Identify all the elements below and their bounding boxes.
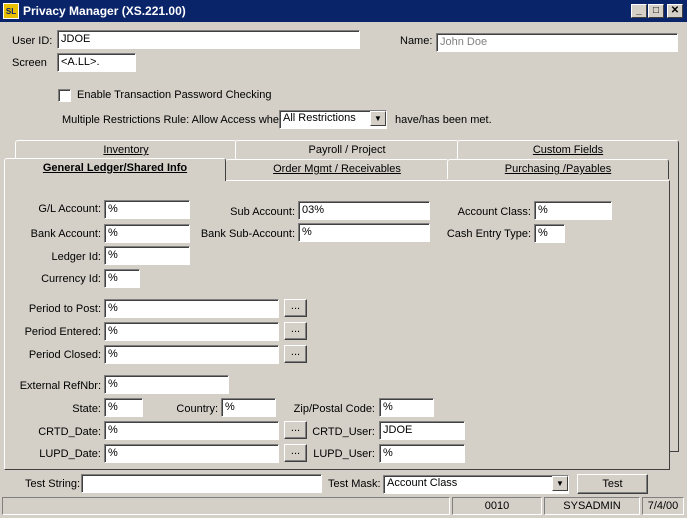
name-input[interactable]: John Doe: [436, 33, 678, 52]
external-refnbr-label: External RefNbr:: [19, 380, 101, 392]
tab-custom-fields[interactable]: Custom Fields: [457, 140, 679, 160]
test-string-label: Test String:: [25, 478, 81, 490]
chevron-down-icon[interactable]: ▼: [370, 111, 386, 126]
period-to-post-label: Period to Post:: [28, 303, 101, 315]
tab-payroll-project[interactable]: Payroll / Project: [235, 140, 459, 160]
bank-sub-account-input[interactable]: %: [298, 223, 430, 242]
chevron-down-icon[interactable]: ▼: [552, 476, 568, 491]
period-to-post-input[interactable]: %: [104, 299, 279, 318]
sub-account-input[interactable]: 03%: [298, 201, 430, 220]
zip-postal-code-label: Zip/Postal Code:: [293, 403, 375, 415]
enable-tx-password-label: Enable Transaction Password Checking: [77, 89, 272, 101]
title-bar[interactable]: SL Privacy Manager (XS.221.00) _ □ ✕: [0, 0, 687, 22]
screen-input[interactable]: <A.LL>.: [57, 53, 136, 72]
currency-id-label: Currency Id:: [41, 273, 101, 285]
lupd-date-input[interactable]: %: [104, 444, 279, 463]
period-closed-lookup-button[interactable]: ...: [284, 345, 307, 363]
account-class-input[interactable]: %: [534, 201, 612, 220]
crtd-user-label: CRTD_User:: [312, 426, 375, 438]
user-id-label: User ID:: [12, 35, 53, 47]
close-button[interactable]: ✕: [667, 4, 683, 18]
multiple-restrictions-select[interactable]: All Restrictions ▼: [279, 110, 387, 129]
window-title: Privacy Manager (XS.221.00): [23, 4, 186, 18]
tab-inventory[interactable]: Inventory: [15, 140, 237, 160]
state-input[interactable]: %: [104, 398, 143, 417]
period-closed-label: Period Closed:: [28, 349, 101, 361]
ledger-id-label: Ledger Id:: [51, 251, 101, 263]
crtd-date-input[interactable]: %: [104, 421, 279, 440]
test-mask-select[interactable]: Account Class ▼: [383, 475, 569, 494]
status-field-user: SYSADMIN: [544, 497, 640, 515]
test-button[interactable]: Test: [577, 474, 648, 494]
zip-postal-code-input[interactable]: %: [379, 398, 434, 417]
lupd-date-label: LUPD_Date:: [39, 448, 101, 460]
test-mask-label: Test Mask:: [328, 478, 381, 490]
period-to-post-lookup-button[interactable]: ...: [284, 299, 307, 317]
lupd-user-input[interactable]: %: [379, 444, 465, 463]
gl-account-input[interactable]: %: [104, 200, 190, 219]
gl-account-label: G/L Account:: [38, 203, 101, 215]
user-id-input[interactable]: JDOE: [57, 30, 360, 49]
country-input[interactable]: %: [221, 398, 276, 417]
bank-account-label: Bank Account:: [30, 228, 101, 240]
bank-account-input[interactable]: %: [104, 224, 190, 243]
multiple-restrictions-label: Multiple Restrictions Rule: Allow Access…: [62, 114, 286, 126]
bank-sub-account-label: Bank Sub-Account:: [200, 228, 295, 240]
test-string-input[interactable]: [81, 474, 322, 493]
crtd-date-label: CRTD_Date:: [38, 426, 101, 438]
period-entered-lookup-button[interactable]: ...: [284, 322, 307, 340]
tab-general-ledger[interactable]: General Ledger/Shared Info: [4, 158, 226, 181]
status-field-date: 7/4/00: [642, 497, 684, 515]
tab-order-mgmt[interactable]: Order Mgmt / Receivables: [225, 159, 449, 179]
ledger-id-input[interactable]: %: [104, 246, 190, 265]
multiple-restrictions-value: All Restrictions: [283, 112, 356, 124]
cash-entry-type-input[interactable]: %: [534, 224, 565, 243]
maximize-button[interactable]: □: [648, 4, 664, 18]
back-panel-edge: [670, 160, 679, 452]
period-closed-input[interactable]: %: [104, 345, 279, 364]
period-entered-input[interactable]: %: [104, 322, 279, 341]
app-icon: SL: [3, 3, 19, 19]
screen-label: Screen: [12, 57, 47, 69]
external-refnbr-input[interactable]: %: [104, 375, 229, 394]
multiple-restrictions-suffix: have/has been met.: [395, 114, 492, 126]
account-class-label: Account Class:: [457, 206, 531, 218]
test-mask-value: Account Class: [387, 477, 458, 489]
lupd-user-label: LUPD_User:: [313, 448, 375, 460]
country-label: Country:: [176, 403, 218, 415]
status-field-message: [2, 497, 450, 515]
minimize-button[interactable]: _: [631, 4, 647, 18]
crtd-user-input[interactable]: JDOE: [379, 421, 465, 440]
tab-purchasing-payables[interactable]: Purchasing /Payables: [447, 159, 669, 179]
name-label: Name:: [400, 35, 433, 47]
state-label: State:: [72, 403, 101, 415]
enable-tx-password-checkbox[interactable]: [58, 89, 71, 102]
sub-account-label: Sub Account:: [230, 206, 295, 218]
status-field-company: 0010: [452, 497, 542, 515]
cash-entry-type-label: Cash Entry Type:: [446, 228, 531, 240]
period-entered-label: Period Entered:: [24, 326, 101, 338]
currency-id-input[interactable]: %: [104, 269, 140, 288]
